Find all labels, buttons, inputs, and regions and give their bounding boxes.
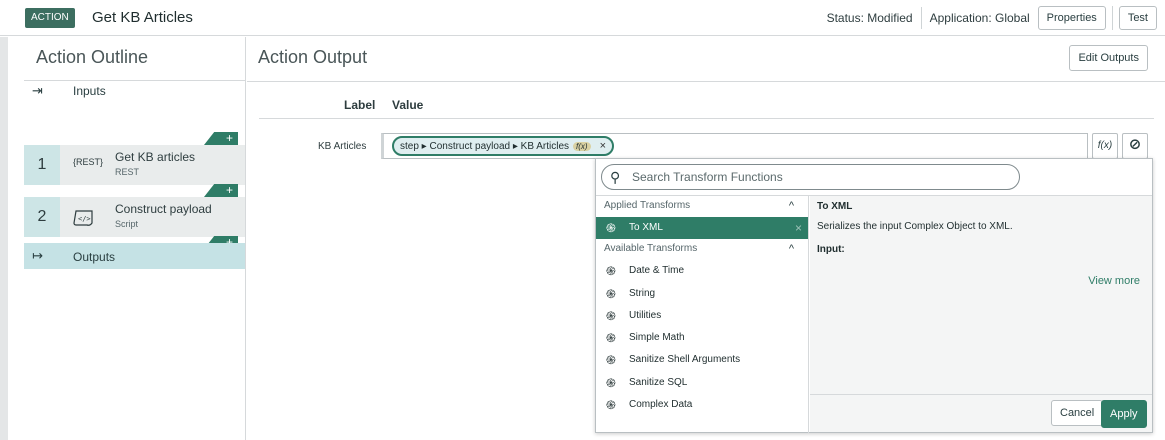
top-bar: ACTION Get KB Articles Status: Modified … [0,0,1165,36]
svg-text:</>: </> [78,215,91,223]
search-input[interactable] [632,168,1002,186]
transform-label: Utilities [629,310,662,321]
step-type: REST [115,167,140,177]
sidebar-title: Action Outline [36,47,149,67]
transform-icon: ֍ [606,398,616,412]
remove-transform-icon[interactable]: × [795,217,802,239]
chevron-up-icon[interactable]: ^ [789,196,794,216]
transform-item-simple-math[interactable]: ֍ Simple Math [596,327,808,349]
step-type: Script [115,219,139,229]
clear-value-icon[interactable]: ⊘ [1122,133,1148,159]
top-right-group: Status: Modified Application: Global Pro… [819,6,1157,30]
output-arrow-icon: ↦ [32,248,43,263]
sidebar-step-2[interactable]: 2 </> Construct payload Script [24,197,245,237]
transform-item-string[interactable]: ֍ String [596,283,808,305]
available-transforms-header[interactable]: Available Transforms ^ [596,239,808,259]
data-pill-text: step ▸ Construct payload ▸ KB Articles [400,140,570,152]
transform-label: Simple Math [629,332,685,343]
output-value-field[interactable]: step ▸ Construct payload ▸ KB Articles f… [381,133,1088,159]
step-name: Get KB articles [115,150,196,164]
inputs-label: Inputs [73,84,106,98]
edit-outputs-button[interactable]: Edit Outputs [1069,45,1148,71]
toolbar-divider [1111,6,1113,30]
detail-input-label: Input: [817,244,845,255]
transform-icon: ֍ [606,331,616,345]
step-number: 1 [24,145,60,185]
sidebar-step-1[interactable]: 1 {REST} Get KB articles REST [24,145,245,185]
add-step-button[interactable]: + [204,184,238,197]
transform-icon: ֍ [606,221,616,235]
step-number: 2 [24,197,60,237]
rest-icon: {REST} [73,157,104,167]
detail-description: Serializes the input Complex Object to X… [817,221,1013,232]
test-button[interactable]: Test [1118,6,1157,30]
transform-function-button[interactable]: f(x) [1092,133,1118,159]
transform-item-sanitize-sql[interactable]: ֍ Sanitize SQL [596,372,808,394]
action-title: Get KB Articles [92,9,193,26]
sidebar-item-inputs[interactable]: ⇥ Inputs [24,81,245,101]
transform-icon: ֍ [606,353,616,367]
section-title: Applied Transforms [604,200,691,211]
transform-item-complex-data[interactable]: ֍ Complex Data [596,394,808,416]
status-text: Status: Modified [819,7,922,29]
transform-icon: ֍ [606,287,616,301]
header-divider [259,118,1154,119]
cancel-button[interactable]: Cancel [1051,400,1104,426]
transform-item-sanitize-shell[interactable]: ֍ Sanitize Shell Arguments [596,349,808,371]
action-tag: ACTION [25,8,75,28]
transform-label: String [629,288,656,299]
view-more-link[interactable]: View more [1088,275,1140,287]
step-name: Construct payload [115,202,212,216]
script-icon: </> [73,209,95,229]
sidebar-item-outputs[interactable]: ↦ Outputs [24,243,245,269]
transform-item-utilities[interactable]: ֍ Utilities [596,305,808,327]
section-title: Available Transforms [604,243,698,254]
application-text: Application: Global [929,11,1030,25]
applied-transform-item[interactable]: ֍ To XML × [596,217,808,239]
applied-transforms-header[interactable]: Applied Transforms ^ [596,196,808,216]
input-arrow-icon: ⇥ [32,83,43,98]
page-title: Action Output [258,47,368,67]
transform-label: To XML [629,222,663,233]
left-gutter [0,37,8,440]
transform-label: Sanitize SQL [629,377,688,388]
transform-item-date-time[interactable]: ֍ Date & Time [596,260,808,282]
search-icon: ⚲ [610,169,621,185]
pill-transform-badge[interactable]: f(x) [573,141,591,151]
output-row-label: KB Articles [318,141,367,152]
transform-label: Date & Time [629,265,685,276]
transform-icon: ֍ [606,376,616,390]
add-step-button[interactable]: + [204,132,238,145]
properties-button[interactable]: Properties [1037,6,1106,30]
data-pill[interactable]: step ▸ Construct payload ▸ KB Articles f… [392,136,615,156]
transform-label: Complex Data [629,399,693,410]
detail-title: To XML [817,201,853,212]
value-column-header: Value [392,98,424,112]
transform-search[interactable]: ⚲ [601,164,1020,190]
main-divider [247,81,1165,82]
action-outline-sidebar: Action Outline ⇥ Inputs + 1 {REST} Get K… [24,37,246,440]
outputs-label: Outputs [73,250,116,264]
detail-divider [810,394,1152,395]
transform-detail-panel: To XML Serializes the input Complex Obje… [810,196,1152,432]
transform-icon: ֍ [606,309,616,323]
chevron-up-icon[interactable]: ^ [789,239,794,259]
transform-icon: ֍ [606,264,616,278]
label-column-header: Label [344,98,376,112]
transform-functions-popup: ⚲ Applied Transforms ^ ֍ To XML × Availa… [595,158,1153,433]
transform-list: Applied Transforms ^ ֍ To XML × Availabl… [596,196,809,433]
pill-remove-icon[interactable]: × [600,140,606,152]
transform-label: Sanitize Shell Arguments [629,354,741,365]
apply-button[interactable]: Apply [1101,400,1147,428]
